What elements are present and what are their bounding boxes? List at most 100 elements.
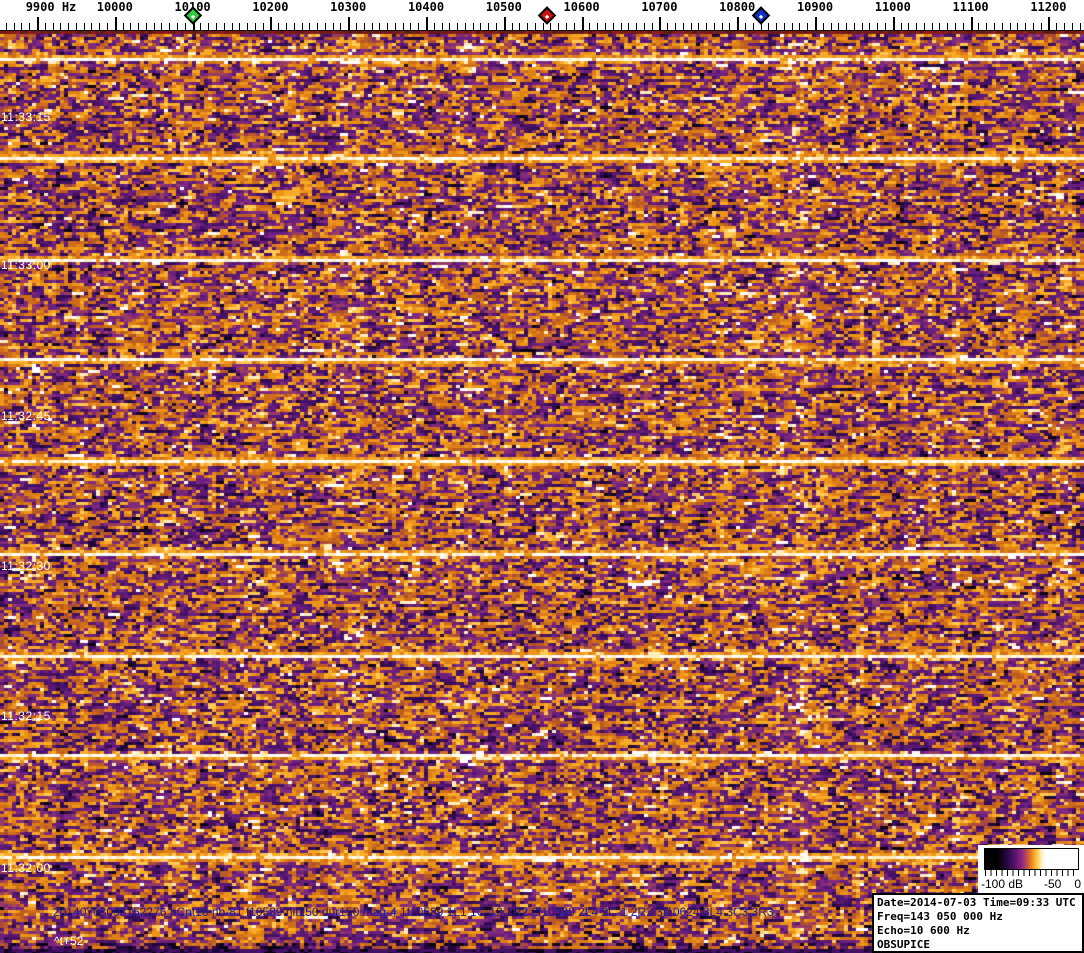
axis-tick xyxy=(426,17,428,31)
axis-tick xyxy=(674,23,676,31)
axis-tick xyxy=(122,23,124,31)
axis-tick xyxy=(317,23,319,31)
axis-tick xyxy=(91,23,93,31)
axis-label: 10600 xyxy=(563,0,600,14)
axis-label: 11200 xyxy=(1030,0,1067,14)
axis-label: 10000 xyxy=(96,0,133,14)
axis-tick xyxy=(604,23,606,31)
axis-tick xyxy=(1017,23,1019,31)
axis-tick xyxy=(768,23,770,31)
axis-tick xyxy=(853,23,855,31)
axis-tick xyxy=(21,23,23,31)
axis-label: 9900 Hz xyxy=(25,0,77,14)
axis-tick xyxy=(114,17,117,31)
axis-tick xyxy=(1048,17,1051,31)
axis-tick xyxy=(1032,23,1034,31)
axis-tick xyxy=(208,23,210,31)
axis-tick xyxy=(153,23,155,31)
spectrogram-canvas[interactable] xyxy=(0,31,1084,953)
axis-tick xyxy=(418,23,420,31)
axis-tick xyxy=(651,23,653,31)
axis-tick xyxy=(573,23,575,31)
axis-tick xyxy=(293,23,295,31)
axis-tick xyxy=(355,23,357,31)
axis-tick xyxy=(13,23,15,31)
axis-tick xyxy=(939,23,941,31)
axis-tick xyxy=(410,23,412,31)
axis-tick xyxy=(931,23,933,31)
axis-label: 10300 xyxy=(330,0,367,14)
axis-label: 11000 xyxy=(874,0,911,14)
axis-tick xyxy=(721,23,723,31)
axis-tick xyxy=(1025,23,1027,31)
axis-label: 10900 xyxy=(796,0,834,14)
axis-tick xyxy=(807,23,809,31)
axis-tick xyxy=(348,17,351,31)
axis-tick xyxy=(744,23,746,31)
axis-tick xyxy=(643,23,645,31)
axis-tick xyxy=(838,23,840,31)
axis-tick xyxy=(706,23,708,31)
axis-tick xyxy=(332,23,334,31)
axis-tick xyxy=(752,23,754,31)
axis-tick xyxy=(612,23,614,31)
axis-tick xyxy=(581,17,584,31)
axis-tick xyxy=(1063,23,1065,31)
axis-tick xyxy=(262,23,264,31)
axis-tick xyxy=(1001,23,1003,31)
axis-tick xyxy=(550,23,552,31)
axis-label: 10400 xyxy=(407,0,445,14)
axis-tick xyxy=(877,23,879,31)
marker-center-dot xyxy=(190,14,195,19)
axis-tick xyxy=(923,23,925,31)
axis-tick xyxy=(83,23,85,31)
axis-tick xyxy=(869,23,871,31)
axis-tick xyxy=(363,23,365,31)
axis-tick xyxy=(441,23,443,31)
axis-tick xyxy=(472,23,474,31)
axis-tick xyxy=(955,23,957,31)
axis-tick xyxy=(200,23,202,31)
axis-tick xyxy=(60,23,62,31)
axis-tick xyxy=(1040,23,1042,31)
axis-tick xyxy=(729,23,731,31)
axis-tick xyxy=(690,23,692,31)
axis-tick xyxy=(628,23,630,31)
axis-tick xyxy=(496,23,498,31)
info-date-time: Date=2014-07-03 Time=09:33 UTC xyxy=(877,896,1076,909)
axis-tick xyxy=(184,23,186,31)
axis-tick xyxy=(791,23,793,31)
axis-label: 10700 xyxy=(641,0,678,14)
colorbar-legend: -100 dB -50 0 xyxy=(978,845,1084,893)
axis-tick xyxy=(776,23,778,31)
axis-tick xyxy=(285,23,287,31)
axis-tick xyxy=(1079,23,1081,31)
axis-tick xyxy=(371,23,373,31)
axis-tick xyxy=(682,23,684,31)
axis-tick xyxy=(1009,23,1011,31)
colorbar-mid-label: -50 xyxy=(1044,877,1062,891)
axis-tick xyxy=(597,23,599,31)
axis-tick xyxy=(29,23,31,31)
axis-tick xyxy=(254,23,256,31)
axis-tick xyxy=(900,23,902,31)
axis-tick xyxy=(1071,23,1073,31)
axis-tick xyxy=(783,23,785,31)
axis-tick xyxy=(589,23,591,31)
axis-tick xyxy=(636,23,638,31)
axis-tick xyxy=(5,23,7,31)
axis-tick xyxy=(340,23,342,31)
axis-tick xyxy=(558,23,560,31)
red-frequency-marker-icon[interactable] xyxy=(537,6,556,25)
axis-tick xyxy=(892,17,895,31)
axis-tick xyxy=(815,17,817,31)
axis-tick xyxy=(737,17,740,31)
axis-tick xyxy=(449,23,451,31)
axis-tick xyxy=(1056,23,1058,31)
frequency-axis[interactable]: 9900 Hz100001010010200103001040010500106… xyxy=(0,0,1084,31)
axis-label: 10800 xyxy=(719,0,756,14)
axis-tick xyxy=(68,23,70,31)
axis-tick xyxy=(993,23,995,31)
axis-tick xyxy=(301,23,303,31)
axis-tick xyxy=(534,23,536,31)
